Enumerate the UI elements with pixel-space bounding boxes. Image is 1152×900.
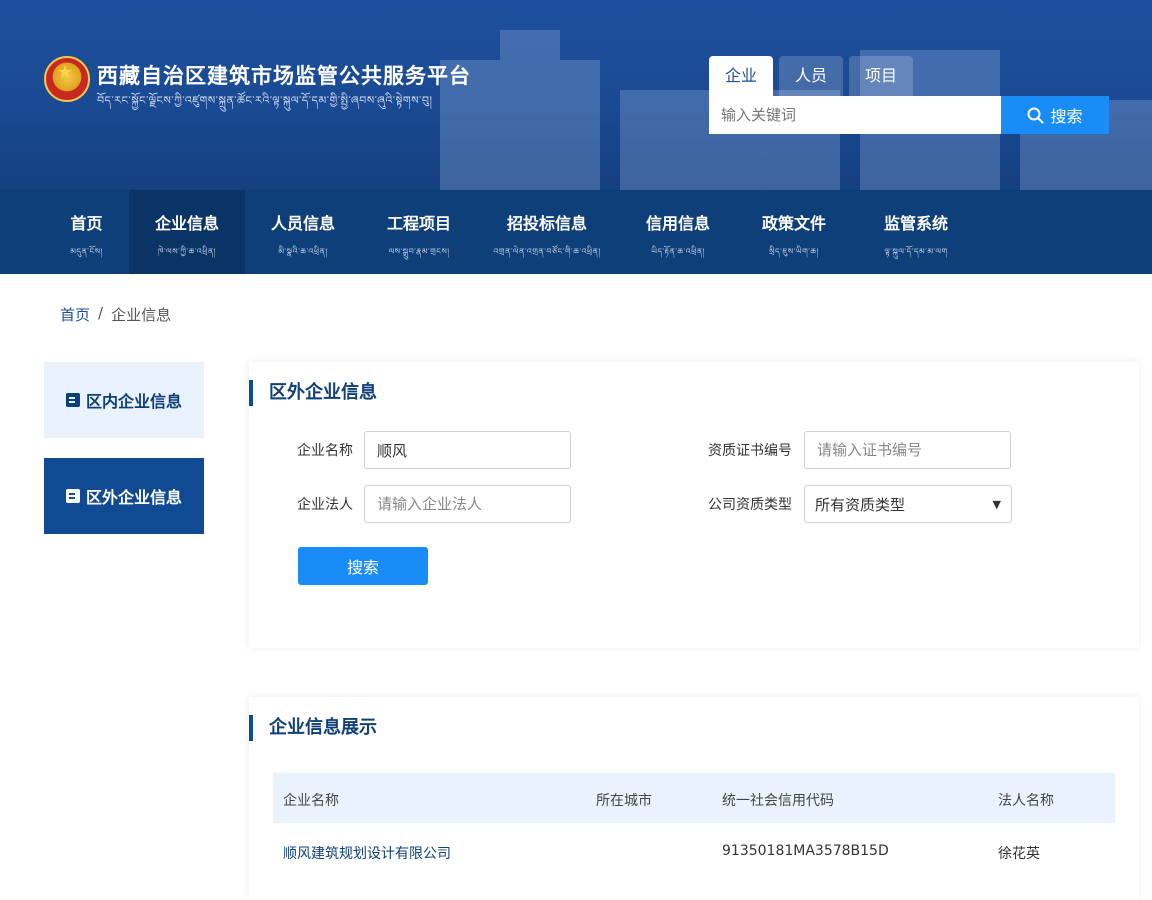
legal-person-label: 企业法人 [297,497,353,513]
search-panel: 区外企业信息 企业名称 资质证书编号 企业法人 公司资质类型 所有资质类型 ▼ … [249,362,1139,648]
header-search-label: 搜索 [1050,107,1083,126]
company-name-label: 企业名称 [297,443,353,459]
national-emblem-icon: ★ [44,56,90,102]
nav-label: 信用信息 [645,214,710,233]
results-panel-title: 企业信息展示 [249,715,377,741]
qual-type-select[interactable]: 所有资质类型 ▼ [804,485,1012,523]
breadcrumb-separator: / [98,304,104,322]
sidebar-item-label: 区外企业信息 [85,488,182,507]
search-tabs: 企业 人员 项目 [709,56,913,96]
document-icon [65,489,80,503]
document-icon [65,393,80,407]
search-tab-project[interactable]: 项目 [849,56,913,96]
header-search-button[interactable]: 搜索 [1001,96,1109,134]
nav-sublabel: མི་སྣའི་ཆ་འཕྲིན། [278,247,328,256]
nav-item-home[interactable]: 首页 མདུན་ངོས། [44,190,129,274]
nav-sublabel: ལྟ་སྐུལ་དོ་དམ་མ་ལག [884,247,948,256]
nav-item-personnel-info[interactable]: 人员信息 མི་སྣའི་ཆ་འཕྲིན། [245,190,361,274]
qual-type-value: 所有资质类型 [815,495,906,514]
sidebar-item-external-companies[interactable]: 区外企业信息 [44,458,204,534]
nav-item-bidding[interactable]: 招投标信息 འགྲན་ལེན་འགྲན་བཙོང་གི་ཆ་འཕྲིན། [477,190,617,274]
breadcrumb-home[interactable]: 首页 [60,304,90,325]
sidebar-item-label: 区内企业信息 [85,392,182,411]
nav-item-policy[interactable]: 政策文件 སྲིད་ཇུས་ཡིག་ཆ། [736,190,852,274]
nav-sublabel: འགྲན་ལེན་འགྲན་བཙོང་གི་ཆ་འཕྲིན། [493,247,601,256]
nav-sublabel: སྲིད་ཇུས་ཡིག་ཆ། [769,247,819,256]
search-button[interactable]: 搜索 [298,547,428,585]
nav-label: 首页 [70,214,103,233]
nav-sublabel: མདུན་ངོས། [70,247,103,256]
breadcrumb: 首页 / 企业信息 [60,304,171,325]
search-panel-title: 区外企业信息 [249,380,377,406]
search-tab-person[interactable]: 人员 [779,56,843,96]
nav-sublabel: ཁེ་ལས་ཀྱི་ཆ་འཕྲིན། [158,247,216,256]
nav-label: 政策文件 [761,214,826,233]
cell-credit-code: 91350181MA3578B15D [722,843,889,859]
column-header-credit-code: 统一社会信用代码 [722,793,834,809]
breadcrumb-current: 企业信息 [111,306,172,324]
site-title: 西藏自治区建筑市场监管公共服务平台 [97,64,471,88]
nav-label: 监管系统 [883,214,948,233]
cert-no-label: 资质证书编号 [708,443,792,459]
nav-label: 企业信息 [154,214,219,233]
nav-item-projects[interactable]: 工程项目 ལས་སྒྲུབ་རྣམ་གྲངས། [361,190,477,274]
nav-label: 工程项目 [386,214,451,233]
nav-sublabel: ཡིད་རྟོན་ཆ་འཕྲིན། [651,247,705,256]
main-nav: 首页 མདུན་ངོས། 企业信息 ཁེ་ལས་ཀྱི་ཆ་འཕྲིན། 人员信… [0,190,1152,274]
nav-item-company-info[interactable]: 企业信息 ཁེ་ལས་ཀྱི་ཆ་འཕྲིན། [129,190,245,274]
nav-label: 人员信息 [270,214,335,233]
header-search-input[interactable] [709,96,1001,134]
nav-item-supervision[interactable]: 监管系统 ལྟ་སྐུལ་དོ་དམ་མ་ལག [852,190,980,274]
nav-sublabel: ལས་སྒྲུབ་རྣམ་གྲངས། [388,247,450,256]
chevron-down-icon: ▼ [992,497,1001,511]
site-header: ★ 西藏自治区建筑市场监管公共服务平台 བོད་རང་སྐྱོང་ལྗོངས་ཀ… [0,0,1152,190]
sidebar-item-local-companies[interactable]: 区内企业信息 [44,362,204,438]
cell-company-name[interactable]: 顺风建筑规划设计有限公司 [283,843,451,863]
search-icon [1027,107,1044,123]
column-header-legal: 法人名称 [998,793,1054,809]
results-panel: 企业信息展示 企业名称 所在城市 统一社会信用代码 法人名称 顺风建筑规划设计有… [249,697,1139,900]
legal-person-field[interactable] [364,485,571,523]
nav-item-credit[interactable]: 信用信息 ཡིད་རྟོན་ཆ་འཕྲིན། [620,190,736,274]
table-header: 企业名称 所在城市 统一社会信用代码 法人名称 [273,773,1115,823]
cell-legal-person: 徐花英 [998,846,1040,862]
qual-type-label: 公司资质类型 [708,497,792,513]
search-tab-company[interactable]: 企业 [709,56,773,96]
nav-label: 招投标信息 [506,214,587,233]
company-name-field[interactable] [364,431,571,469]
site-subtitle-tibetan: བོད་རང་སྐྱོང་ལྗོངས་ཀྱི་འཛུགས་སྐྲུན་ཚོང་ར… [97,94,433,107]
cert-no-field[interactable] [804,431,1011,469]
column-header-company: 企业名称 [283,793,339,809]
column-header-city: 所在城市 [596,793,652,809]
